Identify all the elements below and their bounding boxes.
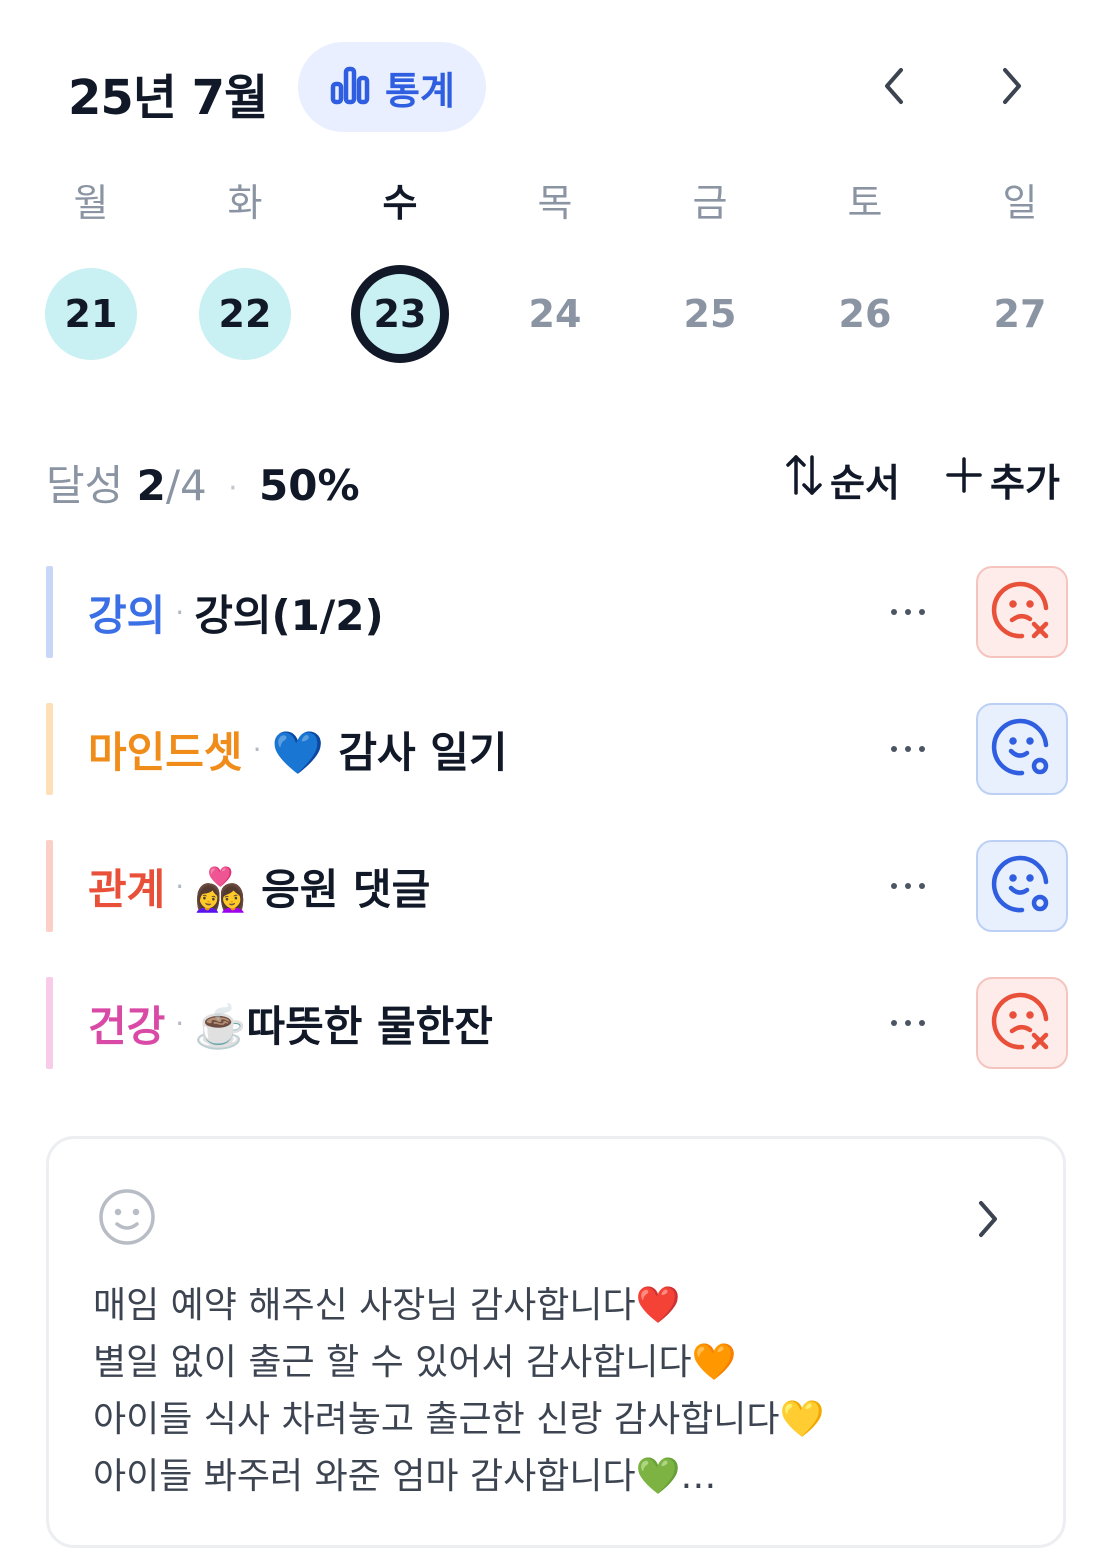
habit-text: 관계 · 👩‍❤️‍👩 응원 댓글	[88, 858, 430, 914]
day-mon[interactable]: 월 21	[14, 170, 168, 370]
stats-button[interactable]: 통계	[298, 42, 486, 132]
more-options-button[interactable]	[876, 588, 940, 636]
weekday-label: 월	[73, 181, 109, 225]
memo-line: 매임 예약 해주신 사장님 감사합니다❤️	[93, 1285, 681, 1326]
habit-item[interactable]: 건강 · ☕️따뜻한 물한잔	[46, 977, 1068, 1069]
prev-week-button[interactable]	[864, 60, 924, 116]
plus-icon	[944, 453, 984, 506]
habit-item[interactable]: 마인드셋 · 💙 감사 일기	[46, 703, 1068, 795]
day-sun[interactable]: 일 27	[943, 170, 1097, 370]
day-sat[interactable]: 토 26	[788, 170, 942, 370]
habit-category: 건강	[88, 1001, 166, 1051]
memo-line: 아이들 봐주러 와준 엄마 감사합니다💚…	[93, 1456, 717, 1497]
day-thu[interactable]: 목 24	[478, 170, 632, 370]
date-circle: 21	[45, 268, 137, 360]
habit-text: 마인드셋 · 💙 감사 일기	[88, 721, 508, 777]
date-circle: 22	[199, 268, 291, 360]
smile-face-circle-icon	[990, 715, 1054, 783]
habit-status-button[interactable]	[976, 703, 1068, 795]
weekday-label: 화	[227, 181, 263, 225]
stats-label: 통계	[385, 68, 455, 113]
progress-row: 달성 2/4 · 50% 순서 추가	[46, 448, 1066, 510]
habit-category: 관계	[88, 864, 166, 914]
date-circle: 25	[683, 292, 737, 336]
habit-text: 강의 · 강의(1/2)	[88, 584, 384, 640]
habit-item[interactable]: 관계 · 👩‍❤️‍👩 응원 댓글	[46, 840, 1068, 932]
progress-percent: 50%	[259, 461, 360, 510]
chevron-right-icon	[997, 66, 1027, 110]
sort-label: 순서	[830, 461, 900, 505]
date-circle-today: 23	[351, 265, 449, 363]
memo-line: 별일 없이 출근 할 수 있어서 감사합니다🧡	[93, 1342, 737, 1383]
more-options-button[interactable]	[876, 999, 940, 1047]
memo-card[interactable]: 매임 예약 해주신 사장님 감사합니다❤️ 별일 없이 출근 할 수 있어서 감…	[46, 1136, 1066, 1548]
date-circle: 24	[528, 292, 582, 336]
category-bar	[46, 703, 53, 795]
habit-text: 건강 · ☕️따뜻한 물한잔	[88, 995, 493, 1051]
weekday-label: 금	[692, 181, 728, 225]
category-bar	[46, 840, 53, 932]
category-bar	[46, 977, 53, 1069]
smile-face-circle-icon	[990, 852, 1054, 920]
week-strip: 월 21 화 22 수 23 목 24 금 25 토 26 일 27	[14, 170, 1098, 370]
sort-button[interactable]: 순서	[784, 452, 900, 507]
month-title: 25년 7월	[68, 70, 268, 126]
category-bar	[46, 566, 53, 658]
day-fri[interactable]: 금 25	[633, 170, 787, 370]
separator-dot: ·	[175, 869, 185, 903]
separator-dot: ·	[175, 595, 185, 629]
weekday-label: 수	[382, 181, 418, 225]
date-circle: 27	[993, 292, 1047, 336]
progress-label: 달성	[46, 461, 124, 510]
habit-status-button[interactable]	[976, 977, 1068, 1069]
more-options-button[interactable]	[876, 725, 940, 773]
habit-name: 💙 감사 일기	[271, 727, 508, 777]
habit-category: 마인드셋	[88, 727, 243, 777]
separator-dot: ·	[252, 732, 262, 766]
memo-line: 아이들 식사 차려놓고 출근한 신랑 감사합니다💛	[93, 1399, 825, 1440]
more-options-button[interactable]	[876, 862, 940, 910]
add-label: 추가	[990, 461, 1060, 505]
habit-status-button[interactable]	[976, 840, 1068, 932]
smile-icon	[97, 1187, 157, 1247]
date-circle: 26	[838, 292, 892, 336]
next-week-button[interactable]	[982, 60, 1042, 116]
weekday-label: 목	[537, 181, 573, 225]
habit-name: 👩‍❤️‍👩 응원 댓글	[194, 864, 431, 914]
day-wed[interactable]: 수 23	[323, 170, 477, 370]
sort-arrows-icon	[784, 453, 824, 506]
weekday-label: 일	[1002, 181, 1038, 225]
habit-name: 강의(1/2)	[194, 590, 384, 640]
progress-summary: 달성 2/4 · 50%	[46, 452, 360, 513]
chevron-left-icon	[879, 66, 909, 110]
sad-face-x-icon	[990, 578, 1054, 646]
habit-status-button[interactable]	[976, 566, 1068, 658]
habit-category: 강의	[88, 590, 166, 640]
progress-total: /4	[165, 461, 207, 510]
separator-dot: ·	[228, 471, 238, 506]
habit-name: ☕️따뜻한 물한잔	[194, 1001, 493, 1051]
chevron-right-icon[interactable]	[973, 1199, 1003, 1239]
habit-item[interactable]: 강의 · 강의(1/2)	[46, 566, 1068, 658]
header: 25년 7월 통계	[0, 0, 1112, 160]
memo-text: 매임 예약 해주신 사장님 감사합니다❤️ 별일 없이 출근 할 수 있어서 감…	[93, 1277, 993, 1505]
progress-done: 2	[136, 461, 166, 510]
weekday-label: 토	[847, 181, 883, 225]
separator-dot: ·	[175, 1006, 185, 1040]
bar-chart-icon	[329, 64, 371, 110]
sad-face-x-icon	[990, 989, 1054, 1057]
day-tue[interactable]: 화 22	[168, 170, 322, 370]
add-button[interactable]: 추가	[944, 452, 1060, 507]
